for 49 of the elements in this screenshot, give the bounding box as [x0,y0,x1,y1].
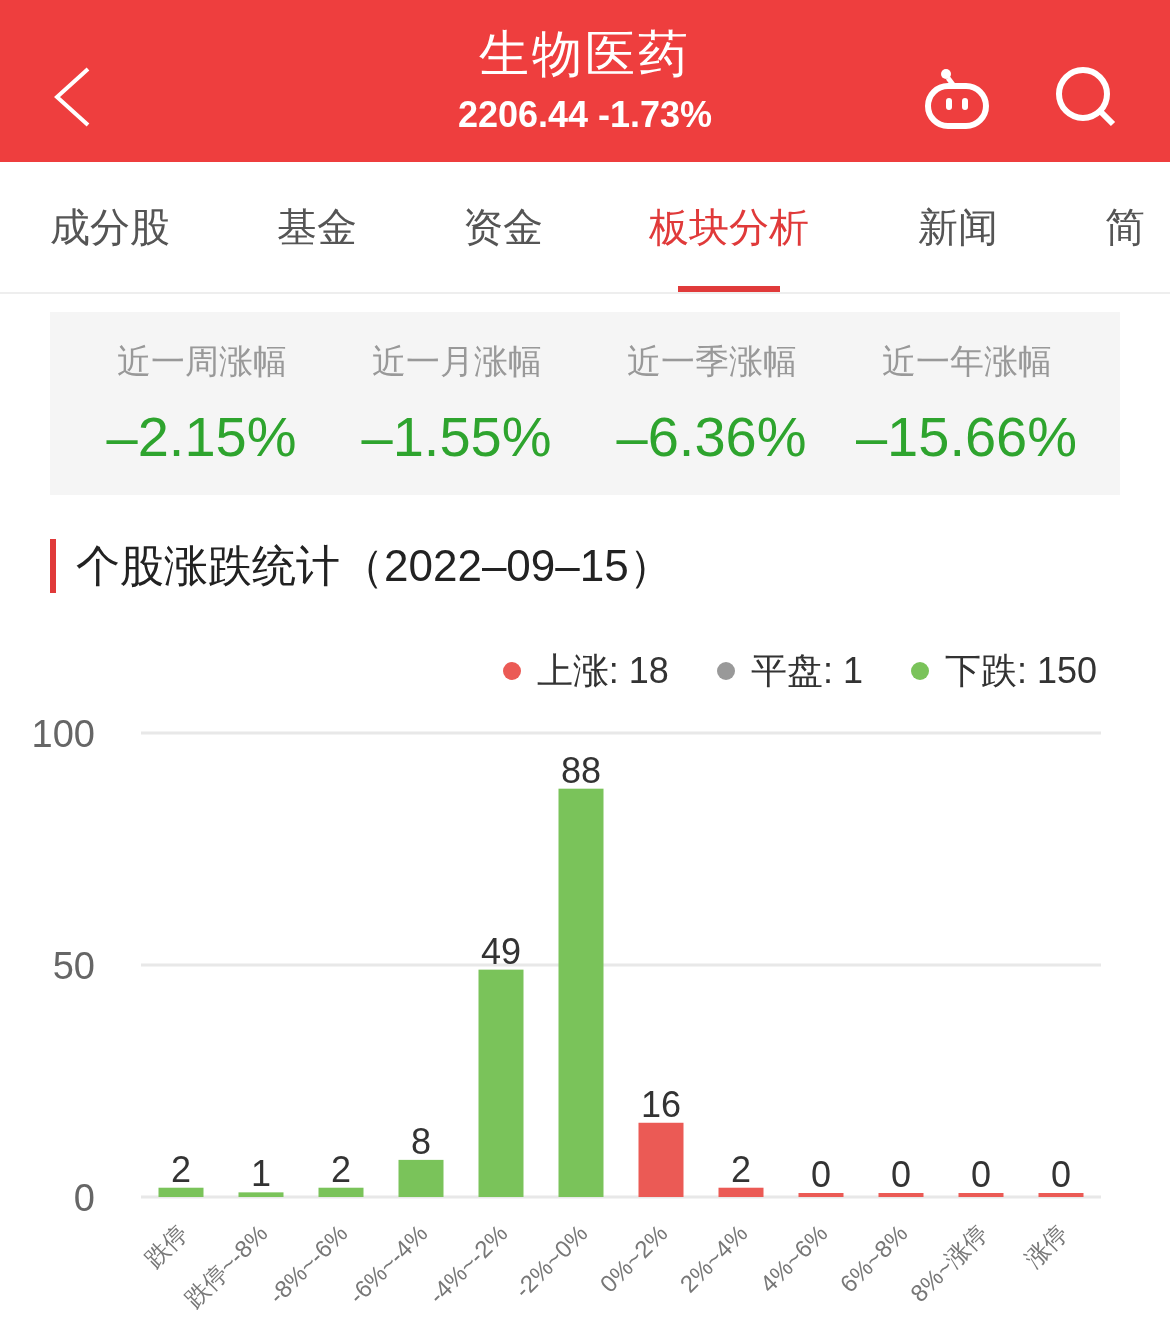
bar-value: 0 [1051,1154,1071,1195]
bar-value: 2 [331,1148,351,1190]
bar [238,1192,284,1197]
bar [318,1187,364,1197]
bar-value: 2 [171,1148,191,1190]
tab[interactable]: 资金 [463,162,543,292]
bar [718,1187,764,1197]
legend-label: 上涨: 18 [536,649,669,693]
return-value: –15.66% [855,409,1078,465]
category-label: 跌停 [139,1219,193,1273]
bar [158,1187,204,1197]
bar-value: 49 [481,930,521,972]
return-value: –2.15% [106,409,297,465]
axis-tick-label: 0 [73,1177,95,1219]
bar-value: 1 [251,1153,271,1195]
tab[interactable]: 简 [1105,162,1145,292]
back-button[interactable] [52,66,92,128]
axis-tick-label: 100 [31,713,95,755]
zero-marker [958,1193,1004,1197]
axis-tick-label: 50 [52,945,95,987]
tab[interactable]: 成分股 [50,162,170,292]
return-label: 近一月涨幅 [371,341,542,382]
tab[interactable]: 基金 [277,162,357,292]
index-quote: 2206.44 -1.73% [457,97,713,133]
zero-marker [1038,1193,1084,1197]
bar-value: 88 [561,749,601,791]
return-label: 近一周涨幅 [116,341,287,382]
legend-label: 平盘: 1 [750,649,863,693]
section-title: 个股涨跌统计（2022–09–15） [50,539,1170,593]
bar-value: 2 [731,1148,751,1190]
return-value: –1.55% [361,409,552,465]
return-label: 近一年涨幅 [881,341,1052,382]
tab[interactable]: 板块分析 [649,162,809,292]
category-label: 涨停 [1019,1219,1073,1273]
bar-value: 0 [891,1154,911,1195]
bar-value: 0 [811,1154,831,1195]
legend-label: 下跌: 150 [944,649,1097,693]
robot-icon[interactable] [924,68,990,130]
zero-marker [798,1193,844,1197]
bar-value: 8 [411,1120,431,1162]
bar-value: 0 [971,1154,991,1195]
bar-value: 16 [641,1083,681,1125]
bar [398,1159,444,1197]
return-label: 近一季涨幅 [626,341,797,382]
search-icon[interactable] [1055,66,1117,128]
page-title: 生物医药 [479,29,691,79]
return-value: –6.36% [616,409,807,465]
tab[interactable]: 新闻 [918,162,998,292]
zero-marker [878,1193,924,1197]
